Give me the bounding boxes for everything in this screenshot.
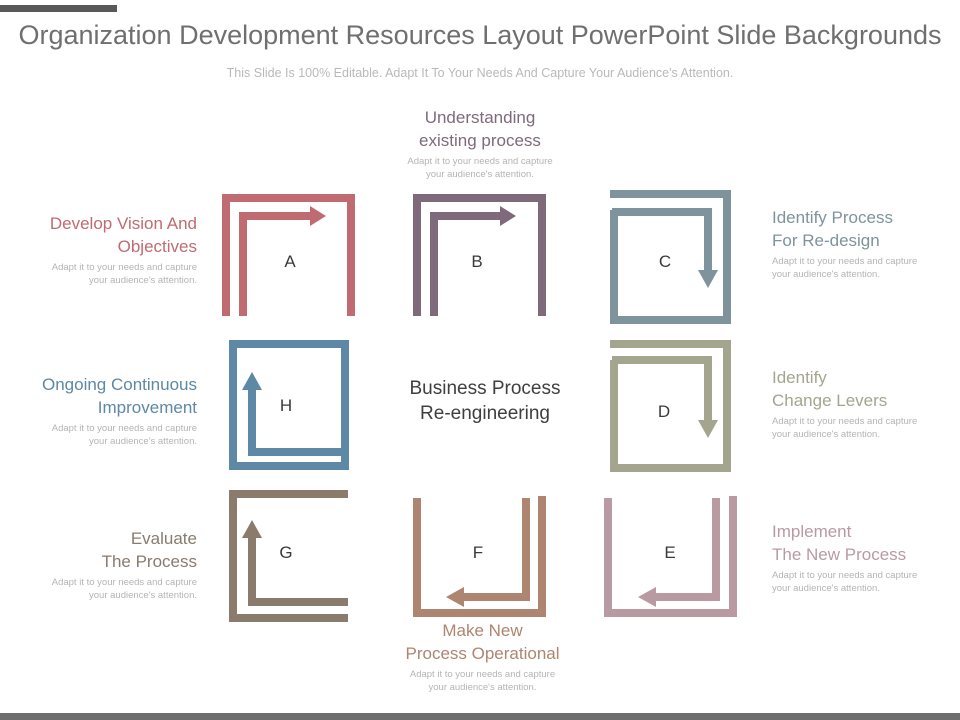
step-f-heading: Make New Process Operational bbox=[405, 621, 560, 663]
step-e-icon: E bbox=[604, 496, 737, 617]
step-b-icon: B bbox=[413, 194, 546, 316]
step-d-arrowhead-icon bbox=[698, 420, 718, 438]
step-d-description: Adapt it to your needs and capture your … bbox=[772, 416, 918, 440]
step-e-inner-arrow-path bbox=[650, 498, 720, 601]
step-a-heading: Develop Vision And Objectives bbox=[49, 214, 197, 256]
step-g-arrowhead-icon bbox=[242, 520, 262, 538]
step-c-description: Adapt it to your needs and capture your … bbox=[772, 256, 918, 280]
step-c-heading: Identify Process For Re-design bbox=[772, 208, 893, 250]
step-g-label: Evaluate The Process Adapt it to your ne… bbox=[0, 527, 197, 602]
step-c-letter: C bbox=[659, 252, 671, 271]
step-f-label: Make New Process Operational Adapt it to… bbox=[360, 619, 605, 694]
step-g-heading: Evaluate The Process bbox=[101, 529, 197, 571]
step-h-letter: H bbox=[280, 396, 292, 415]
step-e-letter: E bbox=[664, 543, 675, 562]
step-b-arrowhead-icon bbox=[500, 206, 516, 226]
step-b-letter: B bbox=[471, 252, 482, 271]
step-h-heading: Ongoing Continuous Improvement bbox=[41, 375, 197, 417]
step-b-label: Understanding existing process Adapt it … bbox=[360, 106, 600, 181]
step-f-letter: F bbox=[473, 543, 483, 562]
step-h-label: Ongoing Continuous Improvement Adapt it … bbox=[0, 373, 197, 448]
step-a-arrowhead-icon bbox=[310, 206, 326, 226]
bottom-accent-bar bbox=[0, 713, 960, 720]
step-a-label: Develop Vision And Objectives Adapt it t… bbox=[0, 212, 197, 287]
step-c-label: Identify Process For Re-design Adapt it … bbox=[772, 206, 957, 281]
center-label: Business Process Re-engineering bbox=[409, 378, 561, 424]
step-a-description: Adapt it to your needs and capture your … bbox=[51, 262, 197, 286]
step-a-letter: A bbox=[284, 252, 296, 271]
step-h-description: Adapt it to your needs and capture your … bbox=[51, 423, 197, 447]
step-f-icon: F bbox=[413, 496, 546, 617]
step-a-inner-arrow-path bbox=[239, 212, 318, 316]
step-h-inner-arrow-path bbox=[248, 384, 348, 456]
step-f-description: Adapt it to your needs and capture your … bbox=[409, 669, 556, 693]
step-b-heading: Understanding existing process bbox=[419, 108, 541, 150]
step-c-icon: C bbox=[610, 190, 731, 324]
step-g-icon: G bbox=[229, 490, 348, 622]
step-g-letter: G bbox=[279, 543, 292, 562]
step-d-icon: D bbox=[610, 340, 731, 472]
step-h-icon: H bbox=[229, 340, 349, 470]
step-d-label: Identify Change Levers Adapt it to your … bbox=[772, 366, 957, 441]
step-f-inner-arrow-path bbox=[458, 498, 530, 601]
step-c-arrowhead-icon bbox=[698, 270, 718, 288]
step-a-icon: A bbox=[222, 194, 355, 316]
step-b-description: Adapt it to your needs and capture your … bbox=[407, 156, 553, 180]
step-g-description: Adapt it to your needs and capture your … bbox=[51, 577, 197, 601]
step-e-description: Adapt it to your needs and capture your … bbox=[772, 570, 918, 594]
step-f-arrowhead-icon bbox=[446, 587, 464, 607]
step-d-letter: D bbox=[658, 402, 670, 421]
step-e-arrowhead-icon bbox=[638, 587, 656, 607]
step-e-label: Implement The New Process Adapt it to yo… bbox=[772, 520, 957, 595]
step-d-heading: Identify Change Levers bbox=[772, 368, 888, 410]
step-h-arrowhead-icon bbox=[242, 372, 262, 390]
step-e-heading: Implement The New Process bbox=[772, 522, 907, 564]
step-g-inner-arrow-path bbox=[248, 532, 348, 606]
